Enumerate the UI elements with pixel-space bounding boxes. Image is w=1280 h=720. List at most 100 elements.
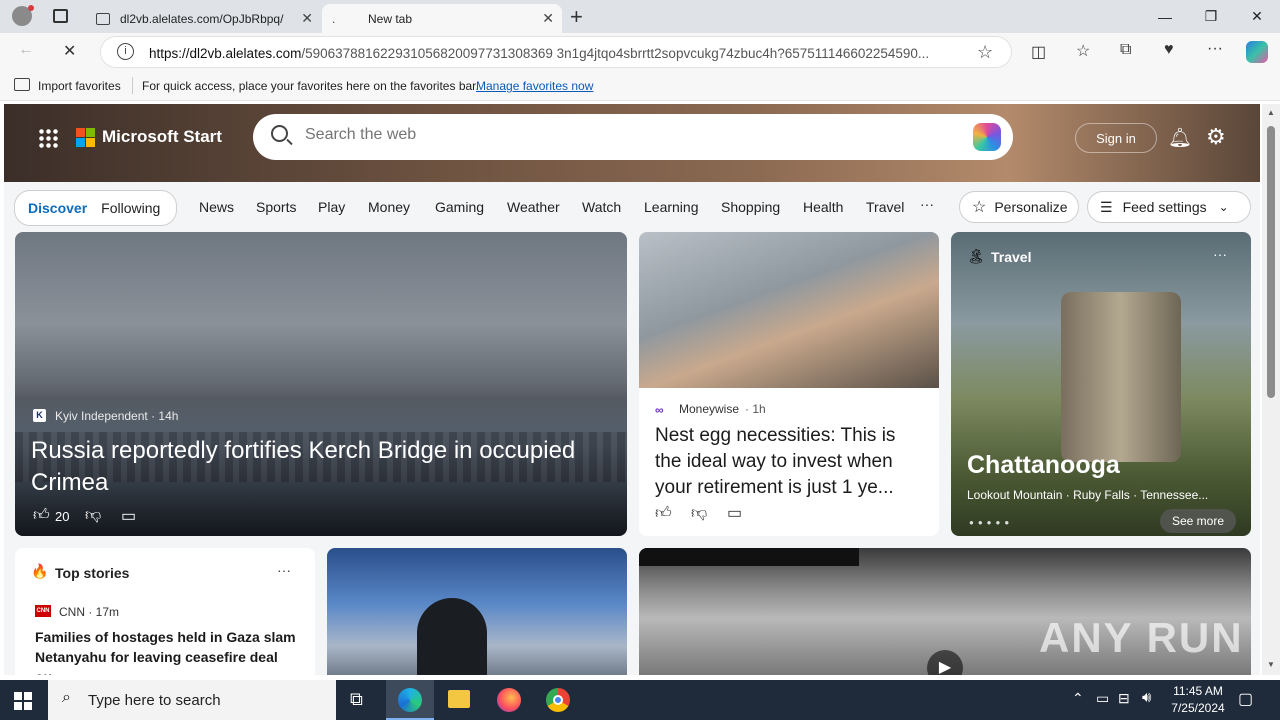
browser-essentials-icon[interactable]: ♥ [1164,41,1174,59]
story-time: · 1h [745,402,766,416]
video-caption-strip [639,548,859,566]
nav-health[interactable]: Health [803,199,843,215]
sign-in-button[interactable]: Sign in [1075,123,1157,153]
import-favorites-button[interactable]: Import favorites [38,79,121,93]
notification-center-icon[interactable]: ▢ [1238,689,1253,709]
card-more-options-icon[interactable]: ··· [277,562,291,578]
top-stories-label: Top stories [55,565,130,581]
top-stories-card: 🔥 Top stories ··· CNN CNN · 17m Families… [15,548,315,675]
personalize-button[interactable]: ☆ Personalize [959,191,1079,223]
play-button-icon[interactable]: ▶ [927,650,963,675]
comments-off-icon[interactable]: ▭ [121,506,136,526]
close-icon[interactable]: ✕ [301,10,313,27]
network-icon[interactable]: ▭ [1096,690,1109,707]
see-more-label: See more [1171,514,1225,528]
manage-favorites-link[interactable]: Manage favorites now [476,79,593,93]
like-icon[interactable]: 👍︎ [33,506,50,525]
url-path: /590637881622931056820097731308369 3n1g4… [301,46,930,61]
nav-weather[interactable]: Weather [507,199,560,215]
card-more-options-icon[interactable]: ··· [1213,246,1227,262]
travel-card[interactable]: 🏝 Travel ··· Chattanooga Lookout Mountai… [951,232,1251,536]
nav-news[interactable]: News [199,199,234,215]
moneywise-card[interactable]: ∞ Moneywise · 1h Nest egg necessities: T… [639,232,939,536]
dislike-icon[interactable]: 👎︎ [691,504,707,523]
task-view-icon[interactable]: ⧉ [350,689,363,710]
firefox-icon[interactable] [497,688,521,712]
tab-new-tab[interactable]: . New tab ✕ [322,4,562,33]
close-icon[interactable]: ✕ [542,10,554,27]
search-box[interactable] [253,114,1013,160]
carousel-dots[interactable]: ●●●●● [969,518,1013,527]
tab-discover[interactable]: Discover [28,200,87,216]
minimize-button[interactable]: — [1142,0,1188,33]
travel-title[interactable]: Chattanooga [967,451,1120,480]
sign-in-label: Sign in [1096,130,1136,146]
favorites-icon[interactable]: ☆ [1076,41,1090,61]
main-story-card[interactable]: K Kyiv Independent · 14h Russia reported… [15,232,627,536]
comment-icon[interactable]: ▭ [727,503,742,523]
travel-icon: 🏝 [967,248,985,264]
feed-settings-button[interactable]: ☰ Feed settings ⌄ [1087,191,1251,223]
import-favorites-icon[interactable] [14,78,30,91]
page-scrollbar[interactable]: ▲ ▼ [1262,104,1280,675]
favorite-star-icon[interactable]: ☆ [977,42,993,63]
restore-button[interactable]: ❐ [1188,0,1234,33]
nav-learning[interactable]: Learning [644,199,699,215]
cnn-logo: CNN [35,605,51,617]
show-hidden-icons[interactable]: ⌃ [1072,690,1084,707]
car-image-card[interactable] [327,548,627,675]
notifications-bell-icon[interactable]: 🔔︎ [1168,126,1192,150]
nav-money[interactable]: Money [368,199,410,215]
story-headline[interactable]: Russia reportedly fortifies Kerch Bridge… [31,435,611,499]
url-text[interactable]: https://dl2vb.alelates.com/5906378816229… [149,46,969,61]
video-card[interactable]: ANY RUN ▶ [639,548,1251,675]
scroll-up-icon[interactable]: ▲ [1267,108,1275,117]
clock-time[interactable]: 11:45 AM [1168,684,1228,698]
story-headline[interactable]: Nest egg necessities: This is the ideal … [655,423,925,501]
settings-gear-icon[interactable]: ⚙ [1206,124,1226,150]
new-tab-button[interactable]: + [570,4,583,30]
dislike-icon[interactable]: 👎︎ [85,506,101,525]
nav-shopping[interactable]: Shopping [721,199,780,215]
like-count: 20 [55,509,70,524]
microsoft-logo[interactable] [76,128,95,147]
edge-taskbar-icon[interactable] [386,680,434,720]
split-screen-icon[interactable]: ◫ [1031,42,1046,62]
see-more-button[interactable]: See more [1160,509,1236,533]
nav-travel[interactable]: Travel [866,199,904,215]
story-headline[interactable]: Families of hostages held in Gaza slam N… [35,627,303,675]
tab-actions-icon[interactable] [53,9,68,23]
scroll-thumb[interactable] [1267,126,1275,398]
nav-play[interactable]: Play [318,199,345,215]
back-icon[interactable]: ← [18,41,34,59]
tab-dl2vb[interactable]: dl2vb.alelates.com/OpJbRbpq/ ✕ [86,4,321,33]
address-bar[interactable]: i https://dl2vb.alelates.com/59063788162… [100,36,1012,68]
copilot-icon[interactable] [1246,41,1268,63]
collections-icon[interactable]: ⧉ [1120,41,1131,59]
file-explorer-icon[interactable] [448,690,470,708]
profile-notification-dot [28,5,34,11]
windows-taskbar: ⌕ Type here to search ⧉ ⌃ ▭ ⊟ 🔊︎ 11:45 A… [0,680,1280,720]
search-input[interactable] [305,126,945,144]
nav-gaming[interactable]: Gaming [435,199,484,215]
taskbar-search-box[interactable]: ⌕ Type here to search [48,680,336,720]
scroll-down-icon[interactable]: ▼ [1267,660,1275,669]
like-icon[interactable]: 👍︎ [655,504,672,523]
nav-watch[interactable]: Watch [582,199,621,215]
story-source: Moneywise [679,402,740,416]
travel-label: Travel [991,249,1032,265]
start-button[interactable] [14,692,32,710]
tab-following[interactable]: Following [101,200,160,216]
volume-icon[interactable]: 🔊︎ [1142,689,1151,706]
settings-more-icon[interactable]: ··· [1207,40,1223,58]
copilot-search-icon[interactable] [973,123,1001,151]
app-launcher-icon[interactable] [38,128,58,148]
info-icon[interactable]: i [117,43,134,60]
close-window-button[interactable]: ✕ [1234,0,1280,33]
nav-more-button[interactable]: ··· [920,196,934,212]
nav-sports[interactable]: Sports [256,199,296,215]
ethernet-icon[interactable]: ⊟ [1118,690,1130,707]
clock-date[interactable]: 7/25/2024 [1168,701,1228,715]
brand-title[interactable]: Microsoft Start [102,127,222,147]
stop-loading-icon[interactable]: ✕ [63,41,76,61]
